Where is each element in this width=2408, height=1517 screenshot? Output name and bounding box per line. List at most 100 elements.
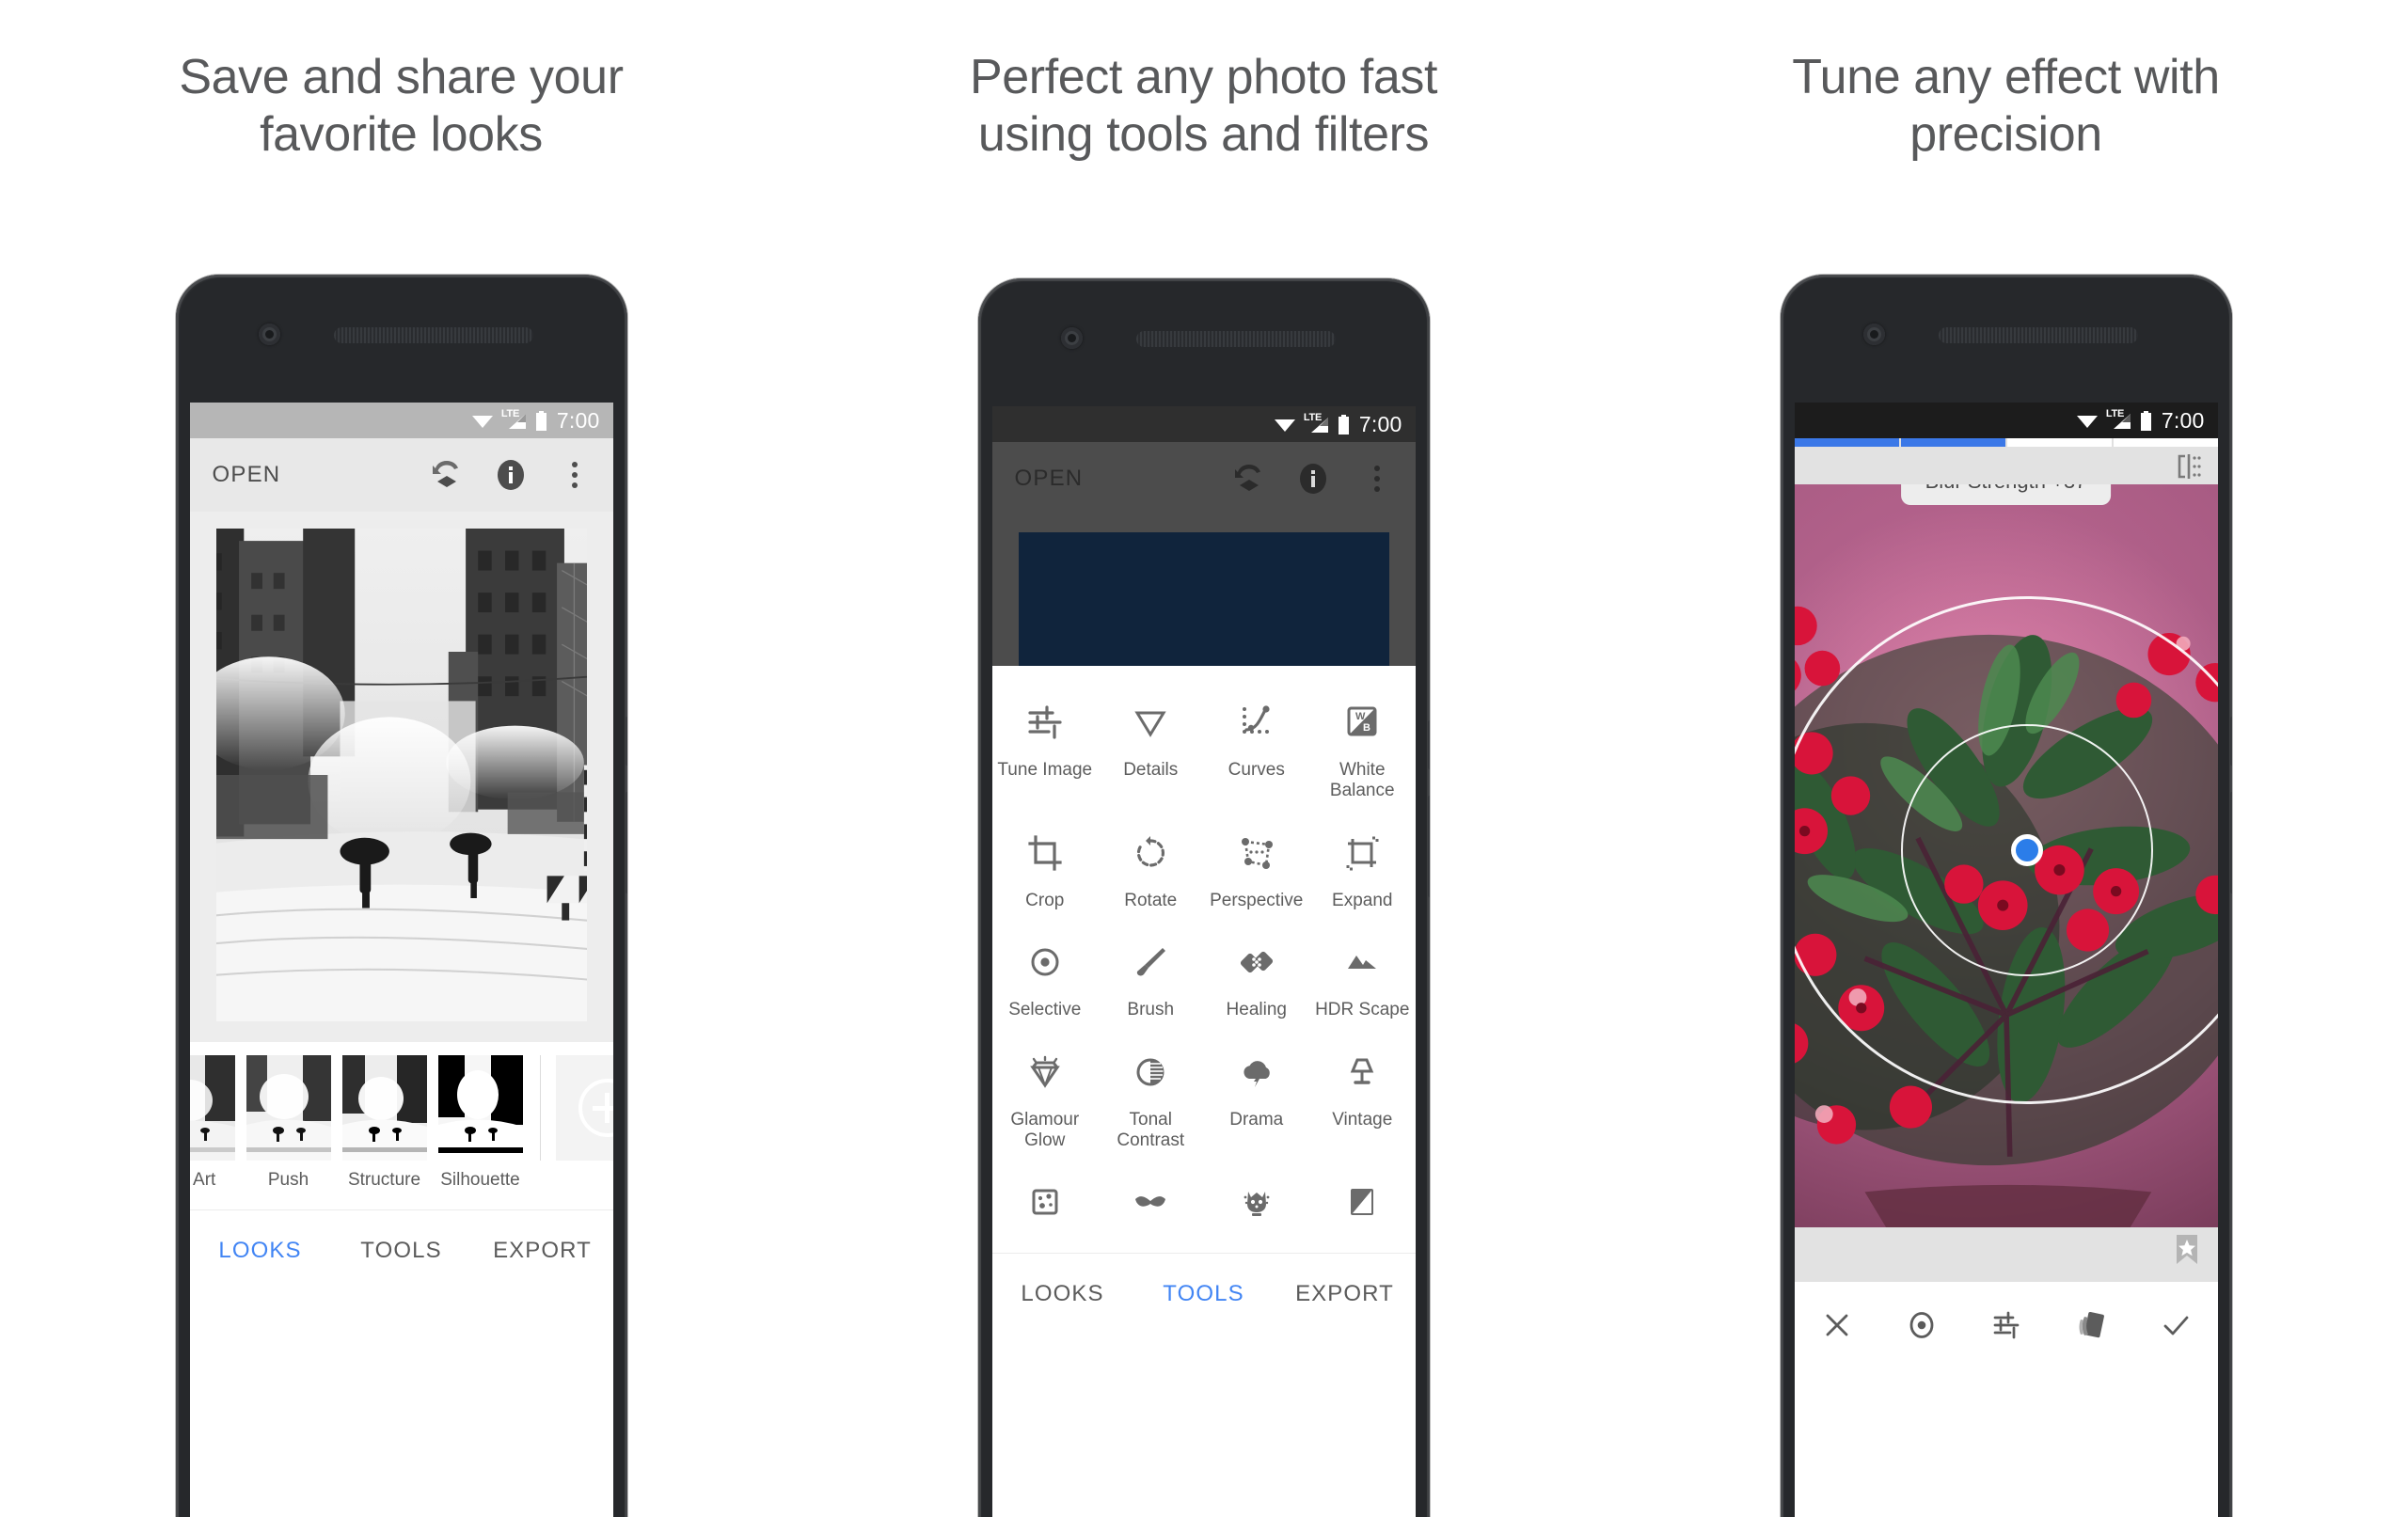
tool-perspective[interactable]: Perspective	[1204, 821, 1310, 911]
glamour-gem-icon	[994, 1046, 1097, 1098]
tab-tools[interactable]: TOOLS	[331, 1238, 472, 1264]
volume-button[interactable]	[625, 792, 627, 893]
tool-details[interactable]: Details	[1098, 690, 1204, 802]
photo-preview-area	[189, 512, 613, 1042]
tab-export[interactable]: EXPORT	[472, 1238, 613, 1264]
tool-tonal-contrast[interactable]: Tonal Contrast	[1098, 1040, 1204, 1152]
volume-button[interactable]	[2229, 792, 2232, 893]
phone-mockup-1: LTE 7:00 OPEN Art Push Structure Silhoue…	[175, 275, 627, 1517]
tool-double-exposure[interactable]	[1309, 1170, 1416, 1240]
bookmark-star-icon[interactable]	[2173, 1233, 2201, 1267]
tool-brush[interactable]: Brush	[1098, 930, 1204, 1020]
earpiece-speaker	[1938, 327, 2138, 343]
panel-looks: Save and share your favorite looks LTE 7…	[0, 0, 802, 1517]
phone-3-screen: LTE 7:00	[1794, 403, 2218, 1517]
tool-rotate[interactable]: Rotate	[1098, 821, 1204, 911]
crop-icon	[994, 827, 1097, 879]
tonal-contrast-icon	[1100, 1046, 1202, 1098]
wifi-icon	[471, 412, 494, 429]
tool-label: Perspective	[1210, 890, 1304, 910]
looks-filmstrip[interactable]: ne Art Push Structure	[189, 1042, 613, 1209]
tool-vintage[interactable]: Vintage	[1309, 1040, 1416, 1152]
tool-healing[interactable]: Healing	[1204, 930, 1310, 1020]
panel-1-headline: Save and share your favorite looks	[179, 50, 624, 163]
signal-bars-icon: LTE	[2106, 408, 2132, 430]
tool-retrolux[interactable]	[1098, 1170, 1204, 1240]
look-thumbnail	[341, 1055, 427, 1161]
bottom-tab-bar: LOOKS TOOLS EXPORT	[991, 1253, 1416, 1334]
vintage-lamp-icon	[1311, 1046, 1414, 1098]
perspective-icon	[1206, 827, 1308, 879]
look-label: Silhouette	[440, 1170, 520, 1190]
strip-divider	[539, 1055, 541, 1161]
status-clock: 7:00	[1358, 411, 1402, 436]
tool-glamour-glow[interactable]: Glamour Glow	[992, 1040, 1099, 1152]
looks-button[interactable]	[2049, 1307, 2133, 1343]
panel-tools: Perfect any photo fast using tools and f…	[802, 0, 1605, 1517]
adjust-button[interactable]	[1964, 1307, 2049, 1343]
tool-label: Expand	[1332, 890, 1393, 910]
tool-grunge[interactable]	[1204, 1170, 1310, 1240]
status-bar: LTE 7:00	[991, 406, 1416, 442]
tool-label: Selective	[1008, 1000, 1082, 1020]
tool-expand[interactable]: Expand	[1309, 821, 1416, 911]
info-icon[interactable]	[493, 457, 529, 493]
looks-stack-icon	[2073, 1307, 2109, 1343]
tab-export[interactable]: EXPORT	[1275, 1281, 1416, 1307]
panel-2-headline: Perfect any photo fast using tools and f…	[969, 50, 1438, 163]
photo-thumbnail	[1018, 532, 1389, 666]
look-thumbnail	[189, 1055, 235, 1161]
tool-label: Curves	[1228, 760, 1285, 780]
rotate-icon	[1100, 827, 1202, 879]
edited-photo[interactable]	[215, 529, 587, 1021]
tool-tune-image[interactable]: Tune Image	[992, 690, 1099, 802]
look-thumbnail	[246, 1055, 331, 1161]
undo-stack-icon[interactable]	[1231, 461, 1267, 497]
bottom-tab-bar: LOOKS TOOLS EXPORT	[189, 1209, 613, 1290]
promo-screenshot: Save and share your favorite looks LTE 7…	[0, 0, 2408, 1517]
info-icon[interactable]	[1295, 461, 1331, 497]
compare-split-icon[interactable]	[2173, 450, 2205, 482]
tool-white-balance[interactable]: W B White Balance	[1309, 690, 1416, 802]
volume-button[interactable]	[1427, 796, 1430, 897]
tool-curves[interactable]: Curves	[1204, 690, 1310, 802]
tools-grid: Tune Image Details Curves W B White Bala…	[992, 690, 1416, 1240]
apply-button[interactable]	[2133, 1308, 2218, 1342]
cancel-button[interactable]	[1795, 1309, 1879, 1341]
look-label: Push	[267, 1170, 309, 1190]
tool-grainy-film[interactable]	[992, 1170, 1099, 1240]
tool-hdr-scape[interactable]: HDR Scape	[1309, 930, 1416, 1020]
look-item[interactable]: Silhouette	[437, 1055, 523, 1191]
open-button[interactable]: OPEN	[213, 462, 401, 488]
edited-photo[interactable]: Blur Strength +37	[1794, 484, 2218, 1227]
look-item[interactable]: ne Art	[189, 1055, 235, 1191]
add-look-button[interactable]	[555, 1055, 613, 1161]
power-button[interactable]	[2229, 717, 2232, 766]
tab-looks[interactable]: LOOKS	[190, 1238, 331, 1264]
phone-mockup-3: LTE 7:00	[1780, 275, 2232, 1517]
tool-drama[interactable]: Drama	[1204, 1040, 1310, 1152]
selective-button[interactable]	[1879, 1308, 1964, 1342]
tool-label: Brush	[1127, 1000, 1175, 1020]
tune-sliders-icon	[1988, 1307, 2024, 1343]
tool-label: Healing	[1226, 1000, 1287, 1020]
open-button[interactable]: OPEN	[1015, 466, 1203, 492]
look-item[interactable]: Push	[246, 1055, 331, 1191]
phone-2-screen: LTE 7:00 OPEN Tune Image Details Curves …	[991, 406, 1416, 1517]
progress-segment	[1900, 438, 2007, 447]
curves-icon	[1206, 696, 1308, 749]
overflow-menu-icon[interactable]	[1359, 461, 1395, 497]
power-button[interactable]	[625, 717, 627, 766]
look-item[interactable]: Structure	[341, 1055, 427, 1191]
tool-label: Details	[1123, 760, 1179, 780]
drama-cloud-icon	[1206, 1046, 1308, 1098]
tab-tools[interactable]: TOOLS	[1133, 1281, 1275, 1307]
power-button[interactable]	[1427, 720, 1430, 769]
undo-stack-icon[interactable]	[429, 457, 465, 493]
tool-crop[interactable]: Crop	[992, 821, 1099, 911]
tab-looks[interactable]: LOOKS	[992, 1281, 1133, 1307]
overflow-menu-icon[interactable]	[557, 457, 593, 493]
control-point-handle[interactable]	[2010, 834, 2043, 866]
healing-bandage-icon	[1206, 936, 1308, 988]
tool-selective[interactable]: Selective	[992, 930, 1099, 1020]
